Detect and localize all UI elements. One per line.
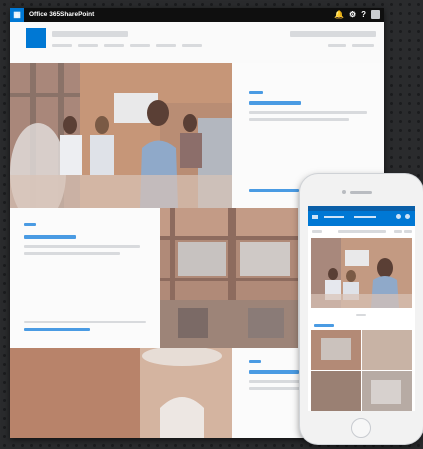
nav-link[interactable] (78, 44, 98, 47)
edit-icon[interactable] (404, 230, 412, 233)
profile-icon[interactable] (371, 10, 380, 19)
mobile-status-bar (308, 206, 415, 211)
mobile-hero-image[interactable] (311, 238, 412, 308)
header-action-link[interactable] (328, 44, 346, 47)
news-title[interactable] (24, 235, 76, 239)
nav-link[interactable] (182, 44, 202, 47)
back-icon[interactable] (312, 230, 322, 233)
event-category-label (249, 360, 261, 363)
nav-link[interactable] (52, 44, 72, 47)
brand-name[interactable]: Office 365 (29, 11, 60, 18)
news-text-panel (10, 208, 160, 348)
hero-text-line (249, 118, 349, 121)
nav-link[interactable] (104, 44, 124, 47)
bell-icon[interactable]: 🔔 (334, 10, 344, 19)
phone-screen (308, 206, 415, 411)
nav-link[interactable] (156, 44, 176, 47)
suite-bar: ▦ Office 365 SharePoint 🔔 ⚙ ? (10, 8, 384, 22)
phone-mockup (300, 174, 423, 444)
room-photo (10, 348, 232, 438)
profile-icon[interactable] (405, 214, 410, 219)
header-action-link[interactable] (352, 44, 374, 47)
divider (24, 321, 146, 323)
help-icon[interactable]: ? (361, 10, 366, 19)
room-image[interactable] (10, 348, 232, 438)
site-logo[interactable] (26, 28, 46, 48)
mobile-photo-grid (311, 330, 412, 411)
more-icon[interactable] (396, 214, 401, 219)
meeting-photo (10, 63, 232, 208)
home-button[interactable] (351, 418, 371, 438)
share-icon[interactable] (394, 230, 402, 233)
mobile-site-title (324, 216, 344, 218)
mobile-nav-link[interactable] (354, 216, 376, 218)
nav-link[interactable] (130, 44, 150, 47)
waffle-icon[interactable]: ▦ (10, 8, 24, 22)
site-title-placeholder (52, 31, 128, 37)
gear-icon[interactable]: ⚙ (349, 10, 356, 19)
hero-text-line (249, 111, 367, 114)
mobile-app-bar (308, 206, 415, 226)
search-box[interactable] (290, 31, 376, 37)
office-photo (160, 208, 298, 348)
hero-category-label (249, 91, 263, 94)
app-name[interactable]: SharePoint (60, 11, 94, 18)
mobile-section-title (314, 324, 334, 327)
news-text-line (24, 245, 140, 248)
hero-title[interactable] (249, 101, 301, 105)
news-read-more-link[interactable] (24, 328, 90, 331)
site-header (10, 22, 384, 67)
hero-image[interactable] (10, 63, 232, 208)
carousel-dot[interactable] (356, 314, 366, 316)
news-text-line (24, 252, 120, 255)
camera-icon (342, 190, 346, 194)
speaker-grille (350, 191, 372, 194)
hero-read-more-link[interactable] (249, 189, 299, 192)
mobile-grid-photos (311, 330, 412, 411)
site-navigation (52, 44, 202, 47)
mobile-page-title (338, 230, 386, 233)
suite-bar-actions: 🔔 ⚙ ? (334, 10, 380, 19)
mobile-carousel-indicator (311, 310, 412, 322)
event-title[interactable] (249, 370, 299, 374)
mobile-meeting-photo (311, 238, 412, 308)
office-image[interactable] (160, 208, 298, 348)
news-category-label (24, 223, 36, 226)
menu-icon[interactable] (312, 215, 318, 219)
